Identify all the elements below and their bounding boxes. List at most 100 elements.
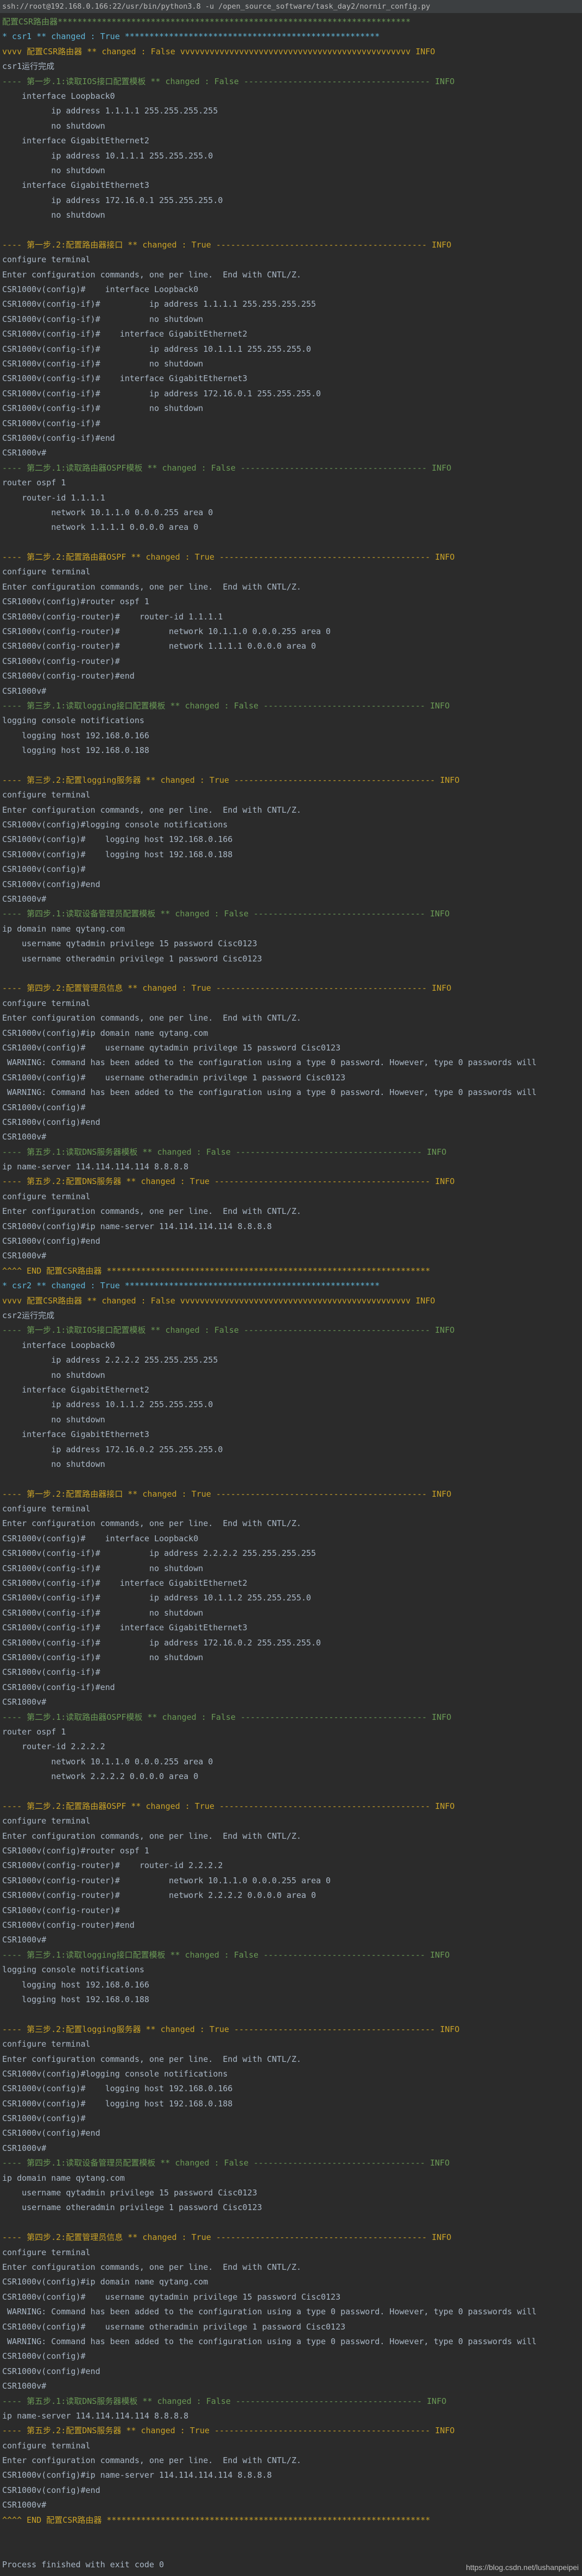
console-line: ---- 第四步.2:配置管理员信息 ** changed : True ---… <box>2 983 452 993</box>
console-line: ip address 2.2.2.2 255.255.255.255 <box>2 1355 218 1365</box>
console-line: CSR1000v(config-router)# network 10.1.1.… <box>2 626 331 637</box>
console-line: configure terminal <box>2 790 91 800</box>
console-line: * csr1 ** changed : True ***************… <box>2 31 380 42</box>
console-line: CSR1000v(config)#router ospf 1 <box>2 1846 149 1856</box>
console-line: CSR1000v(config-if)# ip address 10.1.1.2… <box>2 1593 311 1603</box>
console-line: logging console notifications <box>2 1965 144 1975</box>
console-line: no shutdown <box>2 165 105 175</box>
console-line: ---- 第五步.1:读取DNS服务器模板 ** changed : False… <box>2 1147 447 1157</box>
console-line: ---- 第一步.1:读取IOS接口配置模板 ** changed : Fals… <box>2 1325 455 1336</box>
console-line: configure terminal <box>2 1191 91 1201</box>
console-line: CSR1000v(config-if)# interface GigabitEt… <box>2 374 248 384</box>
console-line: ---- 第二步.2:配置路由器OSPF ** changed : True -… <box>2 1801 455 1811</box>
console-line: ^^^^ END 配置CSR路由器 **********************… <box>2 1265 431 1276</box>
console-line: CSR1000v# <box>2 686 47 696</box>
console-line: ---- 第一步.2:配置路由器接口 ** changed : True ---… <box>2 239 452 250</box>
console-line: interface GigabitEthernet2 <box>2 136 149 146</box>
console-line: CSR1000v(config)#router ospf 1 <box>2 597 149 607</box>
console-line: Enter configuration commands, one per li… <box>2 1206 301 1217</box>
console-output[interactable]: 配置CSR路由器********************************… <box>0 15 582 2572</box>
console-line: CSR1000v(config-if)# ip address 172.16.0… <box>2 1637 321 1648</box>
console-line: CSR1000v(config)# username otheradmin pr… <box>2 2321 346 2332</box>
console-line: configure terminal <box>2 1504 91 1514</box>
console-line: ^^^^ END 配置CSR路由器 **********************… <box>2 2515 431 2525</box>
console-line: CSR1000v(config-if)# interface GigabitEt… <box>2 1623 248 1633</box>
console-line: CSR1000v# <box>2 1697 47 1707</box>
console-line: CSR1000v(config)# <box>2 2351 86 2362</box>
console-line: CSR1000v(config)# username qytadmin priv… <box>2 2292 341 2302</box>
console-line: ip address 172.16.0.1 255.255.255.0 <box>2 195 223 205</box>
console-line: Enter configuration commands, one per li… <box>2 2455 301 2466</box>
console-line: configure terminal <box>2 2440 91 2451</box>
console-line: CSR1000v(config-router)# network 1.1.1.1… <box>2 641 316 651</box>
console-line: CSR1000v(config-if)# interface GigabitEt… <box>2 1578 248 1588</box>
console-line: CSR1000v(config-router)# router-id 2.2.2… <box>2 1860 223 1871</box>
console-line: configure terminal <box>2 255 91 265</box>
console-line: CSR1000v(config-if)# ip address 10.1.1.1… <box>2 344 311 354</box>
console-line: 配置CSR路由器********************************… <box>2 17 411 27</box>
console-line: CSR1000v(config-router)# router-id 1.1.1… <box>2 611 223 622</box>
console-line: CSR1000v(config-router)# network 10.1.1.… <box>2 1875 331 1885</box>
console-line: Enter configuration commands, one per li… <box>2 1013 301 1023</box>
console-line: CSR1000v(config-if)# <box>2 418 100 428</box>
console-line: ---- 第三步.1:读取logging接口配置模板 ** changed : … <box>2 1950 450 1960</box>
console-line: csr2运行完成 <box>2 1310 55 1320</box>
console-line: * csr2 ** changed : True ***************… <box>2 1281 380 1291</box>
console-line: no shutdown <box>2 121 105 131</box>
console-line: CSR1000v(config)# logging host 192.168.0… <box>2 834 233 845</box>
console-line: ---- 第五步.1:读取DNS服务器模板 ** changed : False… <box>2 2396 447 2406</box>
console-line: logging host 192.168.0.166 <box>2 730 149 740</box>
console-line: CSR1000v# <box>2 1251 47 1261</box>
console-line: CSR1000v(config)# logging host 192.168.0… <box>2 2084 233 2094</box>
console-line: interface Loopback0 <box>2 1340 115 1350</box>
window-title-bar: ssh://root@192.168.0.166:22/usr/bin/pyth… <box>0 0 582 13</box>
console-line: CSR1000v(config-if)# no shutdown <box>2 1607 204 1618</box>
console-line: CSR1000v# <box>2 2500 47 2510</box>
console-line: CSR1000v(config-router)# <box>2 1905 120 1915</box>
console-line: CSR1000v(config-if)# no shutdown <box>2 403 204 414</box>
console-line: CSR1000v(config)# username qytadmin priv… <box>2 1042 341 1053</box>
console-line: username qytadmin privilege 15 password … <box>2 939 257 949</box>
console-line: CSR1000v# <box>2 1935 47 1945</box>
console-line: interface GigabitEthernet3 <box>2 180 149 191</box>
console-line: network 10.1.1.0 0.0.0.255 area 0 <box>2 1756 213 1767</box>
console-line: Enter configuration commands, one per li… <box>2 581 301 592</box>
console-line: configure terminal <box>2 2247 91 2257</box>
console-line: ip name-server 114.114.114.114 8.8.8.8 <box>2 1162 189 1172</box>
console-line: ---- 第四步.1:读取设备管理员配置模板 ** changed : Fals… <box>2 2158 450 2168</box>
console-line: CSR1000v(config)#end <box>2 2485 100 2495</box>
console-line: network 1.1.1.1 0.0.0.0 area 0 <box>2 522 199 533</box>
console-line: ---- 第五步.2:配置DNS服务器 ** changed : True --… <box>2 1176 455 1187</box>
console-line: WARNING: Command has been added to the c… <box>2 2336 537 2346</box>
console-line: username otheradmin privilege 1 password… <box>2 2202 262 2213</box>
console-line: Enter configuration commands, one per li… <box>2 805 301 815</box>
console-line: CSR1000v(config-if)# no shutdown <box>2 1563 204 1573</box>
console-line: ---- 第四步.2:配置管理员信息 ** changed : True ---… <box>2 2232 452 2243</box>
console-line: ip address 172.16.0.2 255.255.255.0 <box>2 1444 223 1454</box>
console-line: ip name-server 114.114.114.114 8.8.8.8 <box>2 2410 189 2421</box>
console-line: CSR1000v(config)# <box>2 1102 86 1112</box>
console-line: network 2.2.2.2 0.0.0.0 area 0 <box>2 1771 199 1782</box>
console-line: CSR1000v(config)# username otheradmin pr… <box>2 1072 346 1083</box>
console-line: CSR1000v(config)#end <box>2 1236 100 1246</box>
console-line: ip address 1.1.1.1 255.255.255.255 <box>2 106 218 116</box>
console-line: router ospf 1 <box>2 1726 66 1737</box>
console-line: CSR1000v(config)# logging host 192.168.0… <box>2 2098 233 2109</box>
console-line: no shutdown <box>2 1370 105 1380</box>
console-line: username otheradmin privilege 1 password… <box>2 953 262 964</box>
console-line: csr1运行完成 <box>2 61 55 72</box>
console-line: router-id 1.1.1.1 <box>2 492 105 503</box>
console-line: CSR1000v(config-if)# <box>2 1667 100 1678</box>
console-line: username qytadmin privilege 15 password … <box>2 2188 257 2198</box>
console-line: configure terminal <box>2 1816 91 1826</box>
console-line: ip domain name qytang.com <box>2 2173 125 2183</box>
console-line: CSR1000v(config-if)# no shutdown <box>2 1652 204 1662</box>
console-line: ---- 第二步.1:读取路由器OSPF模板 ** changed : Fals… <box>2 463 452 473</box>
console-line: vvvv 配置CSR路由器 ** changed : False vvvvvvv… <box>2 1295 435 1306</box>
